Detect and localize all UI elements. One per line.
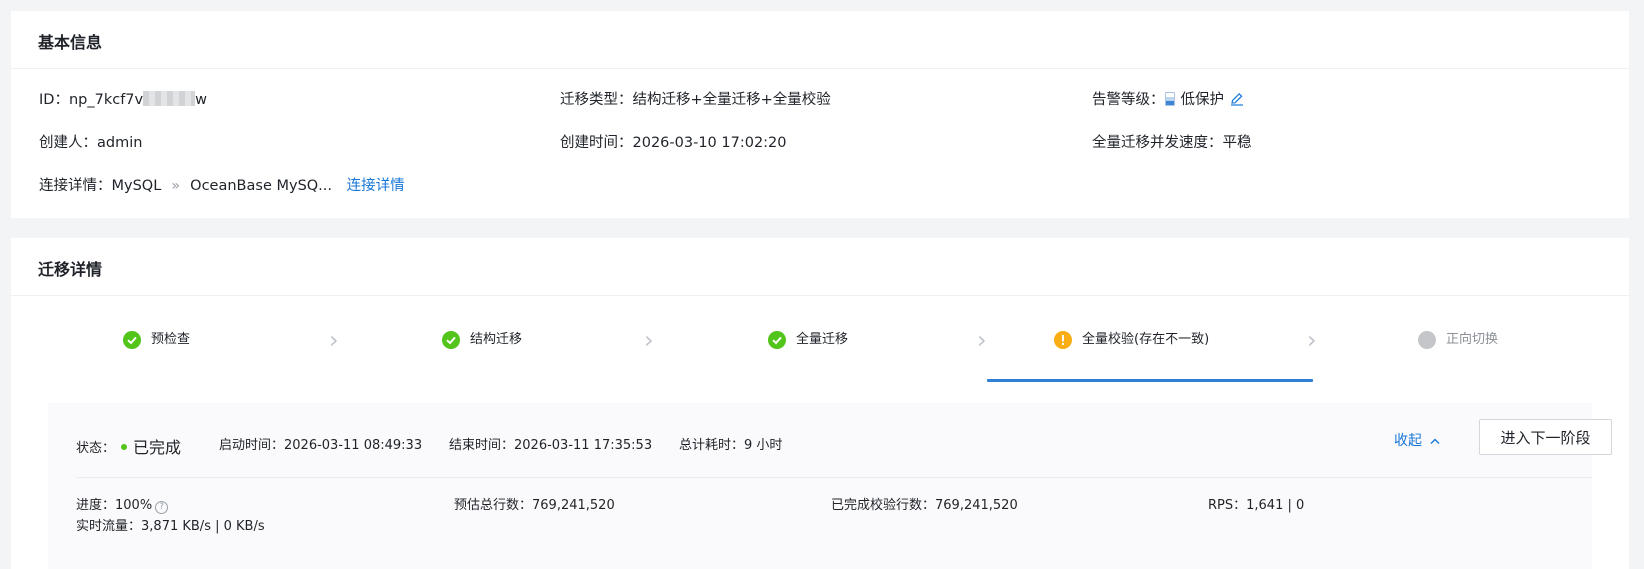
realtime-traffic: 实时流量：3,871 KB/s | 0 KB/s [76, 519, 265, 534]
progress-value: 100% [115, 498, 153, 513]
speed-value: 平稳 [1222, 135, 1252, 151]
estimated-rows-value: 769,241,520 [532, 498, 615, 513]
task-id: ID：np_7kcf7v w [39, 91, 207, 108]
step-full-migration[interactable]: 全量迁移 [768, 321, 948, 365]
check-circle-icon [123, 331, 141, 349]
masked-id-segment [143, 91, 196, 106]
total-duration: 总计耗时：9 小时 [679, 438, 783, 453]
create-time-value: 2026-03-10 17:02:20 [632, 135, 787, 151]
duration-value: 9 小时 [744, 438, 783, 453]
basic-info-card: 基本信息 ID：np_7kcf7v w 迁移类型：结构迁移+全量迁移+全量校验 告… [11, 11, 1629, 218]
start-time-value: 2026-03-11 08:49:33 [284, 438, 423, 453]
progress: 进度：100%? [76, 494, 169, 514]
status-dot-icon [121, 444, 128, 450]
create-time: 创建时间：2026-03-10 17:02:20 [560, 135, 787, 151]
pending-circle-icon [1418, 331, 1436, 349]
migration-details-title: 迁移详情 [11, 238, 1629, 296]
step-schema-migration[interactable]: 结构迁移 [442, 321, 622, 365]
warning-circle-icon [1054, 331, 1072, 349]
task-id-value: np_7kcf7v [68, 92, 144, 108]
rps-value: 1,641 | 0 [1246, 498, 1305, 513]
step-label: 预检查 [151, 332, 191, 347]
creator-value: admin [97, 135, 143, 151]
step-precheck[interactable]: 预检查 [123, 321, 303, 365]
rps: RPS：1,641 | 0 [1208, 498, 1305, 513]
info-row-3: 连接详情：MySQL» OceanBase MySQ... 连接详情 [39, 174, 1601, 196]
migration-type-value: 结构迁移+全量迁移+全量校验 [632, 92, 831, 108]
info-row-2: 创建人：admin 创建时间：2026-03-10 17:02:20 全量迁移并… [39, 131, 1601, 153]
connection-details-link[interactable]: 连接详情 [347, 178, 405, 194]
status: 状态： 已完成 [76, 438, 182, 457]
collapse-link[interactable]: 收起 [1394, 430, 1440, 450]
chevron-right-icon: › [1307, 326, 1317, 354]
step-label: 全量校验(存在不一致) [1082, 332, 1210, 347]
info-row-1: ID：np_7kcf7v w 迁移类型：结构迁移+全量迁移+全量校验 告警等级：低… [39, 88, 1601, 110]
arrow-separator: » [171, 178, 181, 194]
alarm-level-value: 低保护 [1180, 92, 1225, 108]
status-value: 已完成 [133, 438, 182, 457]
active-step-indicator [987, 379, 1313, 382]
full-migration-speed: 全量迁移并发速度：平稳 [1092, 135, 1252, 151]
step-detail-panel: 状态： 已完成 启动时间：2026-03-11 08:49:33 结束时间：202… [48, 403, 1612, 569]
alarm-level: 告警等级： 低保护 [1092, 88, 1244, 110]
check-circle-icon [768, 331, 786, 349]
check-circle-icon [442, 331, 460, 349]
detail-summary-row: 状态： 已完成 启动时间：2026-03-11 08:49:33 结束时间：202… [76, 403, 1612, 478]
estimated-total-rows: 预估总行数：769,241,520 [454, 498, 615, 513]
start-time: 启动时间：2026-03-11 08:49:33 [219, 438, 423, 453]
step-label: 全量迁移 [796, 332, 849, 347]
step-forward-switch[interactable]: 正向切换 [1418, 321, 1588, 365]
chevron-up-icon [1430, 433, 1440, 449]
chevron-right-icon: › [329, 326, 339, 354]
edit-icon[interactable] [1230, 92, 1244, 110]
migration-details-card: 迁移详情 预检查 › 结构迁移 › 全量迁移 › 全量校验(存在不一致) › 正… [11, 238, 1629, 569]
chevron-right-icon: › [644, 326, 654, 354]
alarm-level-icon [1164, 92, 1175, 106]
end-time: 结束时间：2026-03-11 17:35:53 [449, 438, 653, 453]
chevron-right-icon: › [977, 326, 987, 354]
connection-details: 连接详情：MySQL» OceanBase MySQ... 连接详情 [39, 178, 405, 194]
creator: 创建人：admin [39, 135, 143, 151]
next-stage-button[interactable]: 进入下一阶段 [1479, 419, 1612, 455]
end-time-value: 2026-03-11 17:35:53 [514, 438, 653, 453]
completed-rows-value: 769,241,520 [935, 498, 1018, 513]
step-label: 结构迁移 [470, 332, 523, 347]
basic-info-title: 基本信息 [11, 11, 1629, 69]
migration-steps: 预检查 › 结构迁移 › 全量迁移 › 全量校验(存在不一致) › 正向切换 [11, 321, 1629, 365]
target-db: OceanBase MySQ... [190, 178, 333, 194]
traffic-value: 3,871 KB/s | 0 KB/s [141, 519, 265, 534]
source-db: MySQL [111, 178, 162, 194]
help-icon[interactable]: ? [155, 501, 169, 514]
step-full-verification[interactable]: 全量校验(存在不一致) [1054, 321, 1304, 365]
migration-type: 迁移类型：结构迁移+全量迁移+全量校验 [560, 92, 831, 108]
step-label: 正向切换 [1446, 332, 1499, 347]
completed-verify-rows: 已完成校验行数：769,241,520 [831, 498, 1018, 513]
